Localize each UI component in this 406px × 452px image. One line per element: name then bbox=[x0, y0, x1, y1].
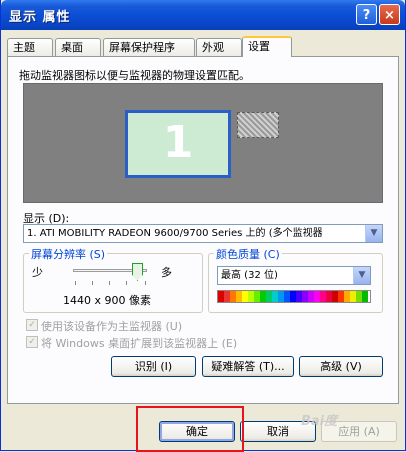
tab-screensaver[interactable]: 屏幕保护程序 bbox=[103, 38, 195, 56]
display-select[interactable]: 1. ATI MOBILITY RADEON 9600/9700 Series … bbox=[23, 224, 383, 243]
color-palette-preview bbox=[217, 290, 371, 303]
slider-tick bbox=[92, 281, 93, 285]
display-select-value: 1. ATI MOBILITY RADEON 9600/9700 Series … bbox=[27, 228, 323, 239]
highlight-annotation bbox=[136, 406, 244, 452]
extend-desktop-label: 将 Windows 桌面扩展到该监视器上 (E) bbox=[41, 337, 238, 350]
tab-settings[interactable]: 设置 bbox=[242, 36, 292, 57]
close-button[interactable]: × bbox=[379, 4, 400, 25]
identify-button[interactable]: 识别 (I) bbox=[111, 356, 196, 377]
color-quality-select[interactable]: 最高 (32 位) ▼ bbox=[217, 266, 371, 285]
monitor-1-icon[interactable]: 1 bbox=[125, 110, 231, 178]
chevron-down-icon[interactable]: ▼ bbox=[365, 225, 382, 242]
baidu-watermark: Bai度 bbox=[301, 414, 338, 429]
color-quality-group-title: 颜色质量 (C) bbox=[214, 246, 282, 262]
troubleshoot-button[interactable]: 疑难解答 (T)... bbox=[202, 356, 294, 377]
title-bar[interactable]: 显示 属性 ? × bbox=[1, 0, 405, 30]
primary-monitor-checkbox[interactable]: ✓ bbox=[26, 319, 38, 331]
advanced-button[interactable]: 高级 (V) bbox=[299, 356, 383, 377]
resolution-group-title: 屏幕分辨率 (S) bbox=[29, 246, 108, 262]
tab-appearance[interactable]: 外观 bbox=[196, 38, 242, 56]
slider-tick bbox=[109, 281, 110, 285]
resolution-less-label: 少 bbox=[32, 266, 43, 279]
extend-desktop-checkbox[interactable]: ✓ bbox=[26, 336, 38, 348]
tab-themes[interactable]: 主题 bbox=[7, 38, 53, 56]
display-properties-window: 显示 属性 ? × 主题 桌面 屏幕保护程序 外观 设置 拖动监视器图标以便与监… bbox=[0, 0, 406, 452]
instruction-text: 拖动监视器图标以便与监视器的物理设置匹配。 bbox=[19, 69, 250, 82]
tab-desktop[interactable]: 桌面 bbox=[55, 38, 101, 56]
primary-monitor-label: 使用该设备作为主监视器 (U) bbox=[41, 320, 183, 333]
resolution-value: 1440 x 900 像素 bbox=[63, 294, 151, 307]
color-quality-value: 最高 (32 位) bbox=[221, 270, 278, 281]
window-title: 显示 属性 bbox=[9, 10, 71, 25]
slider-tick bbox=[75, 281, 76, 285]
slider-tick bbox=[126, 281, 127, 285]
slider-tick bbox=[145, 281, 146, 285]
resolution-more-label: 多 bbox=[161, 266, 172, 279]
help-button[interactable]: ? bbox=[356, 4, 377, 25]
chevron-down-icon[interactable]: ▼ bbox=[353, 267, 370, 284]
monitor-2-icon[interactable] bbox=[237, 112, 279, 138]
